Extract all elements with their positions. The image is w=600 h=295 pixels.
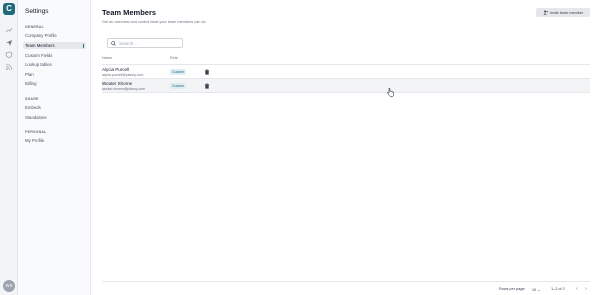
section-share-label: SHARE xyxy=(25,97,39,101)
app-logo[interactable]: C xyxy=(3,3,15,15)
search-input[interactable] xyxy=(119,40,179,46)
sidebar-item-embeds[interactable]: Embeds xyxy=(23,104,86,111)
chevron-down-icon: ⌄ xyxy=(537,288,541,292)
member-email: wouter.shorne@planny.com xyxy=(102,86,146,91)
search-icon xyxy=(111,40,116,46)
settings-sidebar: Settings GENERAL Company Profile Team Me… xyxy=(18,0,91,295)
user-plus-icon xyxy=(543,10,548,15)
search-box[interactable] xyxy=(107,38,183,48)
pagination-range: 1–2 of 2 xyxy=(551,287,565,291)
rss-icon[interactable] xyxy=(4,62,14,72)
page-title: Team Members xyxy=(102,8,157,17)
main-content: Team Members Get an overview and control… xyxy=(91,0,600,295)
rows-per-page-value: 10 xyxy=(532,288,537,292)
role-badge[interactable]: Custom xyxy=(170,68,187,75)
invite-button-label: Invite team member xyxy=(549,10,584,15)
sidebar-title: Settings xyxy=(25,8,49,15)
table-row[interactable]: Alycia Purcell alycia.purcell@planny.com… xyxy=(102,65,590,78)
section-personal-label: PERSONAL xyxy=(25,130,47,134)
shield-icon[interactable] xyxy=(4,50,14,60)
sidebar-item-lookup-tables[interactable]: Lookup tables xyxy=(23,61,86,68)
sidebar-item-plan[interactable]: Plan xyxy=(23,71,86,78)
send-icon[interactable] xyxy=(4,38,14,48)
chevron-right-icon[interactable]: › xyxy=(583,286,589,292)
invite-team-member-button[interactable]: Invite team member xyxy=(536,8,590,17)
chart-icon[interactable] xyxy=(4,25,14,35)
sidebar-item-standalone[interactable]: Standalone xyxy=(23,114,86,121)
trash-icon[interactable] xyxy=(204,82,210,89)
member-name: Wouter Shorne xyxy=(102,81,133,86)
column-header-role[interactable]: Role xyxy=(170,56,178,60)
hand-cursor-icon xyxy=(387,88,394,97)
rows-per-page-select[interactable]: 10 ⌄ xyxy=(532,287,540,292)
page-subtitle: Get an overview and control what your te… xyxy=(102,20,206,24)
table-divider xyxy=(102,92,590,93)
pagination-footer: Rows per page: 10 ⌄ 1–2 of 2 ‹ › xyxy=(102,281,590,295)
sidebar-item-team-members[interactable]: Team Members xyxy=(23,42,86,49)
role-badge[interactable]: Custom xyxy=(170,82,187,89)
trash-icon[interactable] xyxy=(204,68,210,75)
sidebar-item-custom-fields[interactable]: Custom Fields xyxy=(23,52,86,59)
user-avatar[interactable]: WS xyxy=(3,280,15,292)
section-general-label: GENERAL xyxy=(25,25,44,29)
sidebar-item-label: Team Members xyxy=(25,43,55,48)
rows-per-page-label: Rows per page: xyxy=(499,287,526,291)
column-header-name[interactable]: Name xyxy=(102,56,112,60)
icon-rail: C WS xyxy=(0,0,18,295)
member-email: alycia.purcell@planny.com xyxy=(102,72,144,77)
sidebar-item-my-profile[interactable]: My Profile xyxy=(23,137,86,144)
sidebar-item-billing[interactable]: Billing xyxy=(23,80,86,87)
table-row[interactable]: Wouter Shorne wouter.shorne@planny.com C… xyxy=(102,79,590,92)
chevron-left-icon[interactable]: ‹ xyxy=(574,286,580,292)
member-name: Alycia Purcell xyxy=(102,67,130,72)
active-indicator xyxy=(82,43,84,48)
sidebar-item-company-profile[interactable]: Company Profile xyxy=(23,32,86,39)
